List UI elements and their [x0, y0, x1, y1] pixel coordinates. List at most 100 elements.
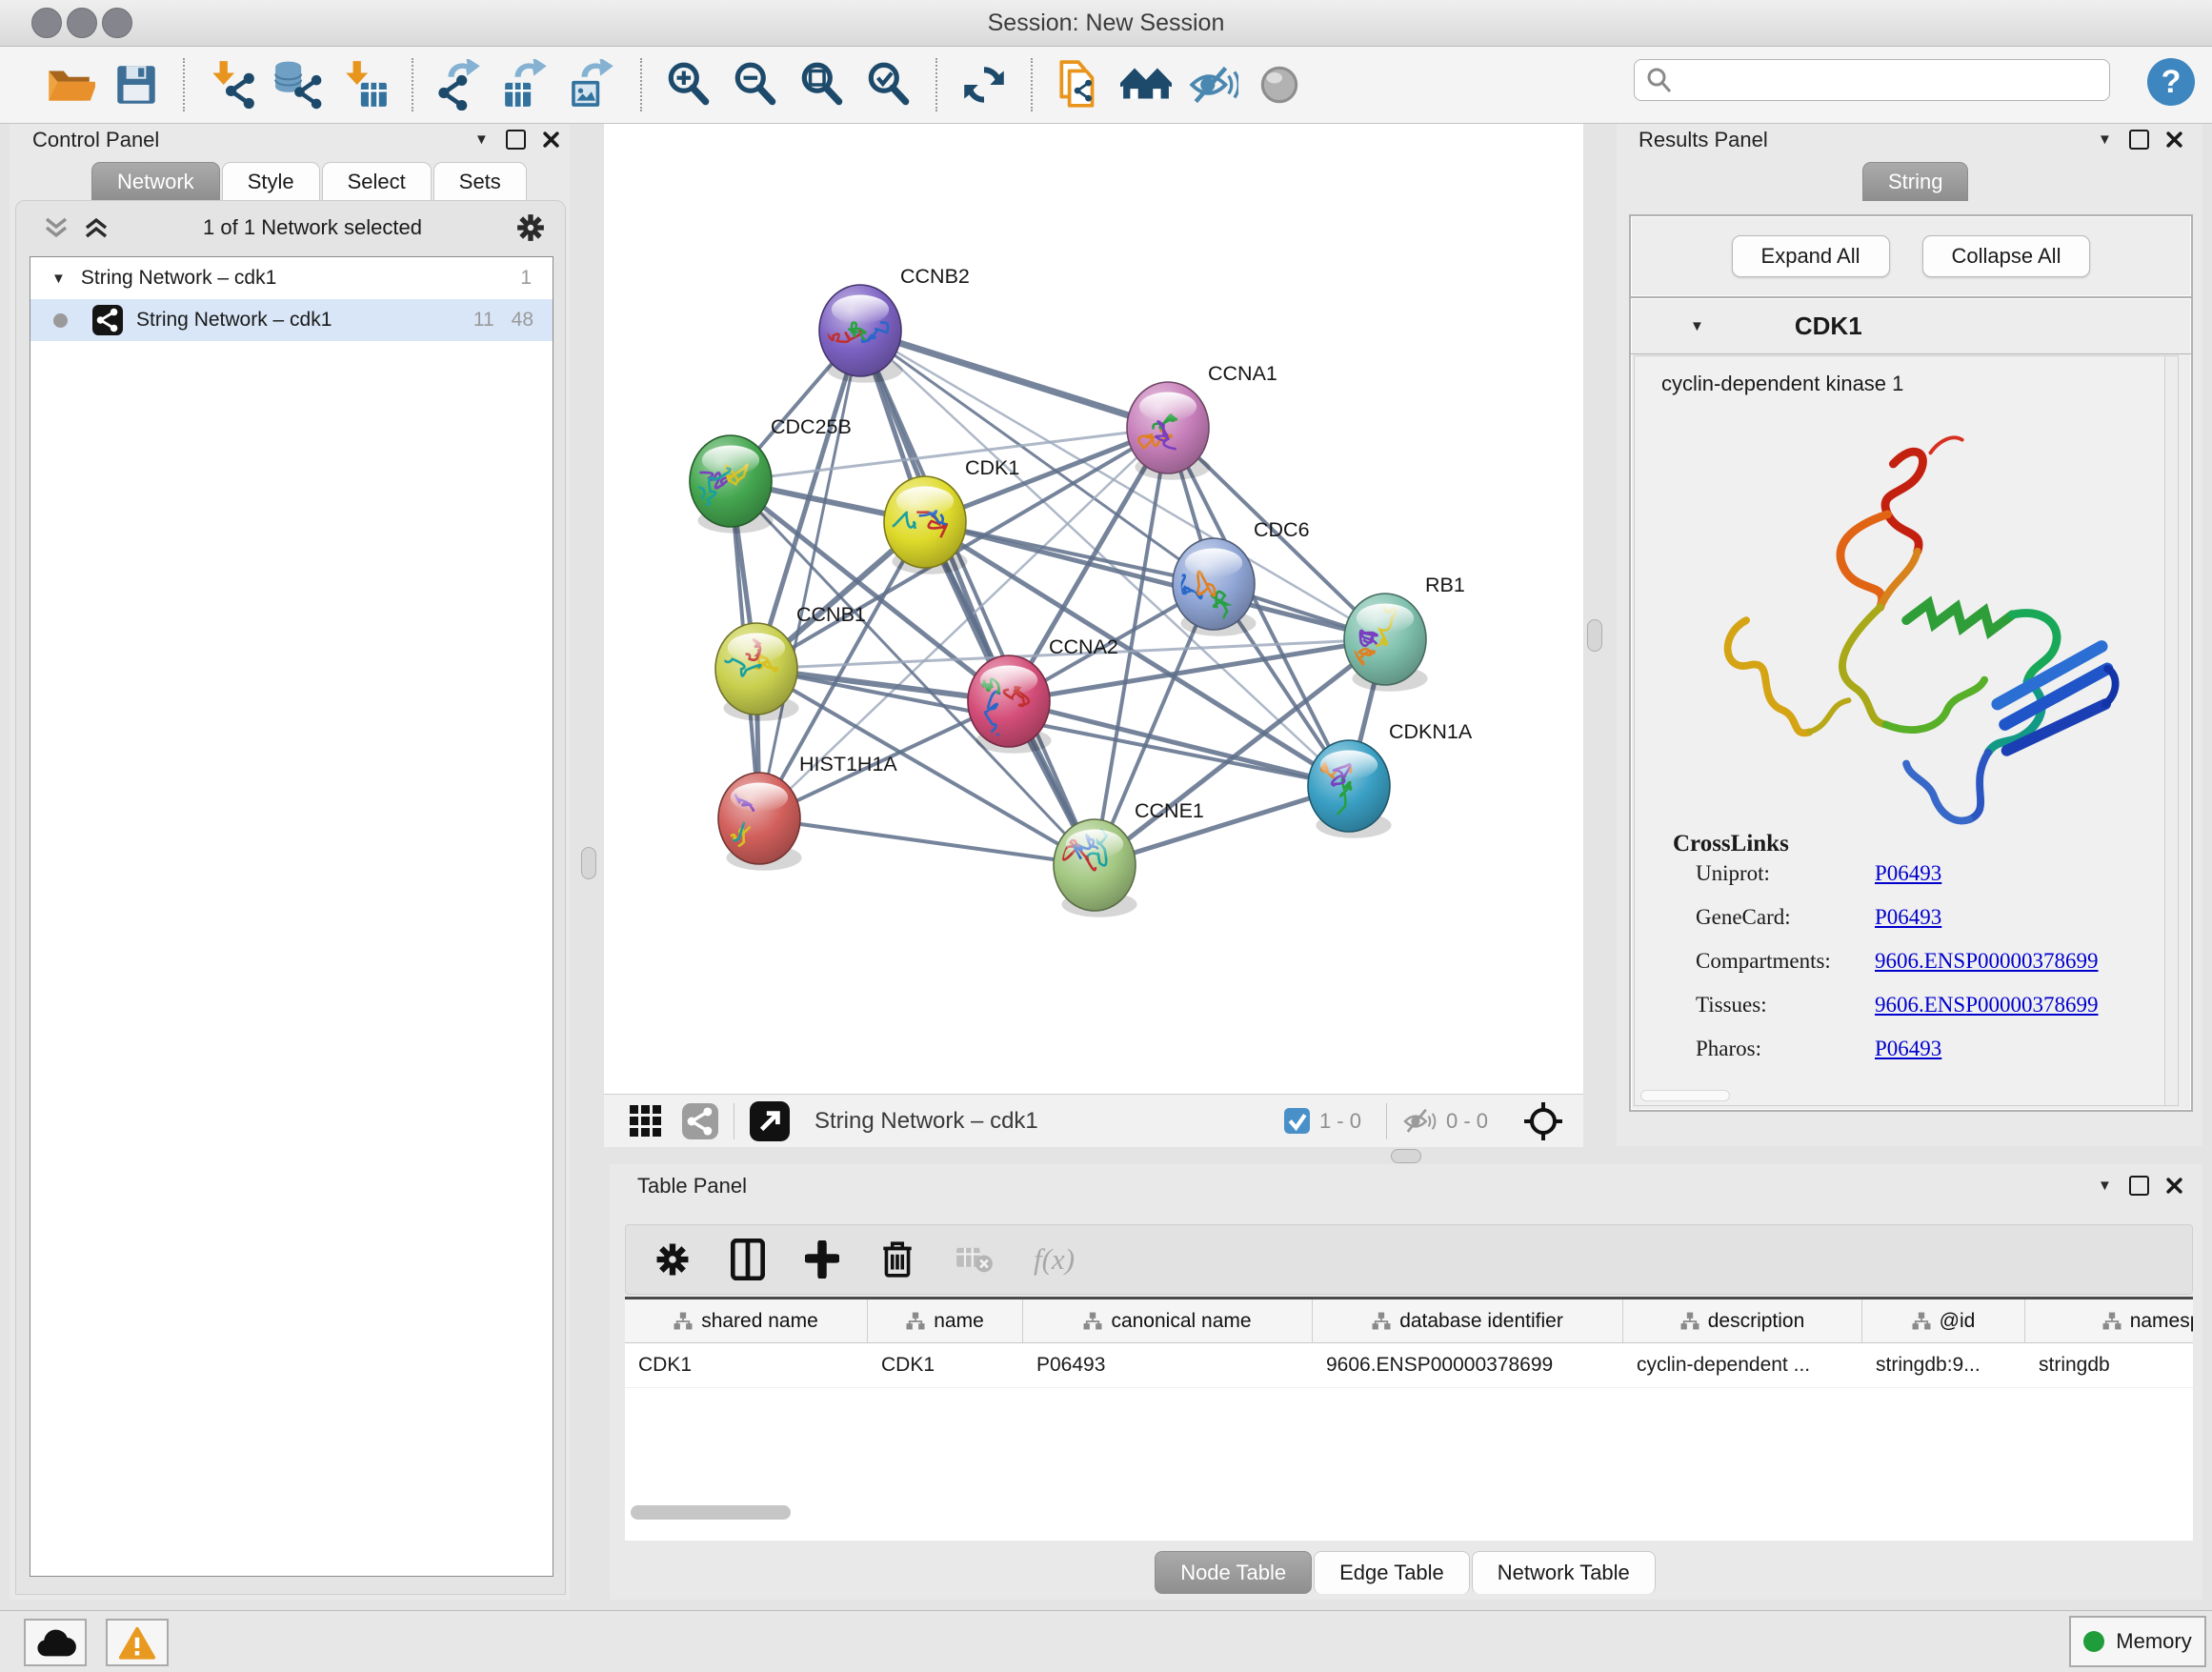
- entry-hscrollbar[interactable]: [1640, 1090, 1730, 1101]
- show-grid-icon[interactable]: [629, 1104, 663, 1138]
- zoom-selected-button[interactable]: [861, 57, 916, 112]
- table-hscrollbar-thumb[interactable]: [631, 1505, 791, 1520]
- table-cell[interactable]: CDK1: [868, 1343, 1023, 1387]
- network-tree-row[interactable]: ▼ String Network – cdk1 1: [30, 257, 553, 299]
- share-document-button[interactable]: [1052, 57, 1107, 112]
- crosslink-link[interactable]: 9606.ENSP00000378699: [1875, 949, 2099, 974]
- memory-button[interactable]: Memory: [2069, 1616, 2206, 1667]
- network-node-rb1[interactable]: RB1: [1344, 574, 1465, 692]
- tab-select[interactable]: Select: [322, 162, 432, 201]
- save-session-button[interactable]: [109, 57, 164, 112]
- add-column-icon[interactable]: [805, 1240, 839, 1279]
- column-header-name[interactable]: name: [868, 1299, 1023, 1342]
- control-panel-close-icon[interactable]: [543, 131, 559, 148]
- export-table-button[interactable]: [499, 57, 554, 112]
- tab-network[interactable]: Network: [91, 162, 220, 201]
- network-view-canvas[interactable]: CCNB2 CCNA1 CDC25B CDK1 CDC6: [604, 124, 1583, 1094]
- tab-edge-table[interactable]: Edge Table: [1314, 1551, 1470, 1594]
- expand-all-networks-icon[interactable]: [83, 215, 110, 240]
- column-header-namespace[interactable]: namespace: [2025, 1299, 2193, 1342]
- collapse-all-networks-icon[interactable]: [43, 215, 70, 240]
- zoom-in-button[interactable]: [661, 57, 716, 112]
- show-glass-button[interactable]: [1252, 57, 1307, 112]
- open-session-button[interactable]: [42, 57, 97, 112]
- crosslink-link[interactable]: P06493: [1875, 905, 1941, 930]
- tab-node-table[interactable]: Node Table: [1155, 1551, 1312, 1594]
- network-tree-row[interactable]: String Network – cdk1 11 48: [30, 299, 553, 341]
- hide-glass-button[interactable]: [1185, 57, 1240, 112]
- table-cell[interactable]: 9606.ENSP00000378699: [1313, 1343, 1623, 1387]
- entry-collapse-icon[interactable]: ▼: [1690, 319, 1704, 333]
- export-network-button[interactable]: [432, 57, 488, 112]
- crosslink-link[interactable]: P06493: [1875, 861, 1941, 886]
- network-node-ccna1[interactable]: CCNA1: [1127, 362, 1277, 480]
- help-button[interactable]: ?: [2145, 56, 2197, 108]
- results-panel-menu-icon[interactable]: ▼: [2098, 132, 2112, 147]
- entry-scrollbar[interactable]: [2164, 356, 2178, 1105]
- network-node-ccnb1[interactable]: CCNB1: [714, 603, 866, 721]
- network-edge[interactable]: [860, 331, 1095, 865]
- import-network-database-button[interactable]: [271, 57, 326, 112]
- search-box[interactable]: [1634, 59, 2110, 101]
- network-edge[interactable]: [759, 818, 1095, 865]
- results-panel-float-icon[interactable]: [2129, 130, 2149, 150]
- table-cell[interactable]: P06493: [1023, 1343, 1313, 1387]
- table-cell[interactable]: CDK1: [625, 1343, 868, 1387]
- fit-selected-crosshair-icon[interactable]: [1522, 1100, 1564, 1142]
- warnings-button[interactable]: [106, 1619, 169, 1666]
- table-panel-close-icon[interactable]: [2166, 1178, 2182, 1194]
- crosslink-link[interactable]: P06493: [1875, 1037, 1941, 1061]
- network-node-hist1h1a[interactable]: HIST1H1A: [718, 753, 897, 871]
- search-input[interactable]: [1673, 68, 2109, 92]
- network-edge[interactable]: [925, 522, 1385, 639]
- table-row[interactable]: CDK1CDK1P064939606.ENSP00000378699cyclin…: [625, 1343, 2193, 1388]
- table-cell[interactable]: stringdb: [2025, 1343, 2193, 1387]
- network-edge[interactable]: [1009, 701, 1349, 786]
- selected-checkbox-icon[interactable]: [1284, 1108, 1310, 1134]
- results-panel-close-icon[interactable]: [2166, 131, 2182, 148]
- tree-expander-icon[interactable]: ▼: [51, 272, 66, 286]
- network-node-ccne1[interactable]: CCNE1: [1054, 799, 1204, 917]
- table-panel-menu-icon[interactable]: ▼: [2098, 1178, 2112, 1193]
- left-splitter-handle[interactable]: [581, 847, 596, 879]
- right-splitter-handle[interactable]: [1587, 619, 1602, 652]
- tab-network-table[interactable]: Network Table: [1472, 1551, 1656, 1594]
- cloud-button[interactable]: [24, 1619, 87, 1666]
- column-header-shared-name[interactable]: shared name: [625, 1299, 868, 1342]
- column-header-description[interactable]: description: [1623, 1299, 1862, 1342]
- refresh-layout-button[interactable]: [956, 57, 1012, 112]
- zoom-fit-button[interactable]: [794, 57, 850, 112]
- birdseye-view-icon[interactable]: [750, 1101, 790, 1141]
- control-panel-menu-icon[interactable]: ▼: [474, 132, 489, 147]
- network-node-cdk1[interactable]: CDK1: [877, 456, 1019, 574]
- import-network-button[interactable]: [204, 57, 259, 112]
- network-node-cdc6[interactable]: CDC6: [1173, 518, 1310, 636]
- column-header-database-identifier[interactable]: database identifier: [1313, 1299, 1623, 1342]
- network-node-ccnb2[interactable]: CCNB2: [813, 265, 970, 383]
- import-table-button[interactable]: [337, 57, 392, 112]
- network-options-gear-icon[interactable]: [515, 212, 546, 243]
- string-home-button[interactable]: [1118, 57, 1174, 112]
- crosslink-link[interactable]: 9606.ENSP00000378699: [1875, 993, 2099, 1017]
- table-settings-gear-icon[interactable]: [654, 1241, 691, 1278]
- table-cell[interactable]: stringdb:9...: [1862, 1343, 2025, 1387]
- column-header--id[interactable]: @id: [1862, 1299, 2025, 1342]
- table-panel-float-icon[interactable]: [2129, 1176, 2149, 1196]
- control-panel-float-icon[interactable]: [506, 130, 526, 150]
- expand-all-button[interactable]: Expand All: [1732, 235, 1890, 277]
- network-edge[interactable]: [860, 331, 1168, 428]
- collapse-all-button[interactable]: Collapse All: [1922, 235, 2091, 277]
- network-node-cdkn1a[interactable]: CDKN1A: [1308, 720, 1473, 838]
- delete-column-trash-icon[interactable]: [879, 1239, 915, 1279]
- entry-header[interactable]: ▼ CDK1: [1631, 298, 2191, 354]
- export-image-button[interactable]: [566, 57, 621, 112]
- tab-sets[interactable]: Sets: [433, 162, 527, 201]
- string-network-icon[interactable]: [682, 1103, 718, 1139]
- bottom-splitter-handle[interactable]: [1391, 1149, 1421, 1163]
- zoom-out-button[interactable]: [728, 57, 783, 112]
- table-cell[interactable]: cyclin-dependent ...: [1623, 1343, 1862, 1387]
- tab-style[interactable]: Style: [222, 162, 320, 201]
- tab-string[interactable]: String: [1862, 162, 1968, 201]
- hidden-eye-icon[interactable]: [1402, 1107, 1437, 1136]
- show-columns-icon[interactable]: [731, 1239, 765, 1280]
